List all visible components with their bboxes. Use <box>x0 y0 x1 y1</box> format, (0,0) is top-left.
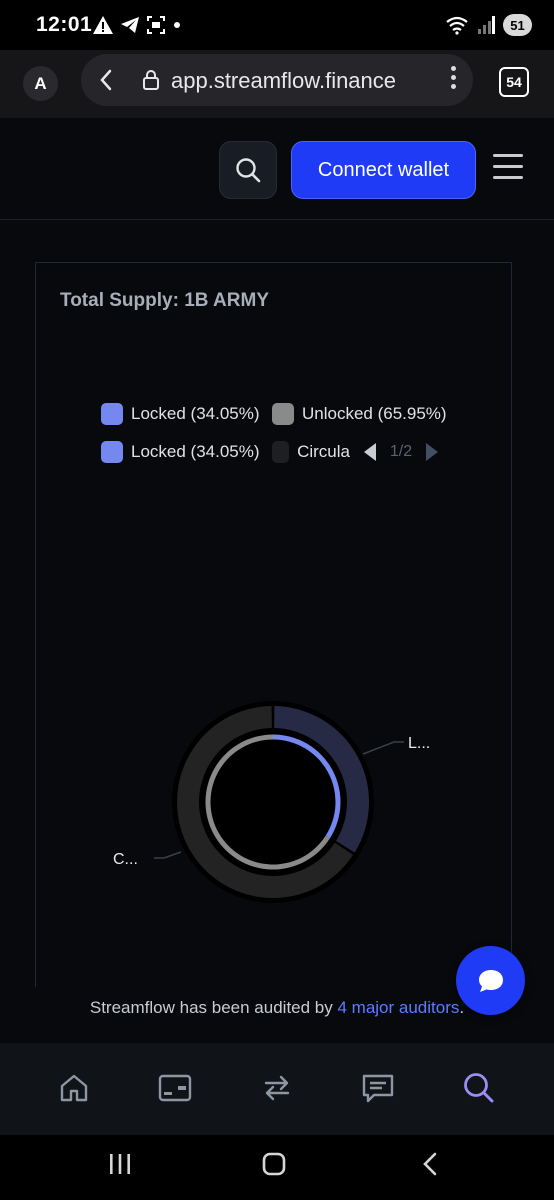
url-text[interactable]: app.streamflow.finance <box>171 68 396 94</box>
chat-bubble-icon <box>478 969 503 992</box>
hamburger-menu-icon[interactable] <box>493 154 523 180</box>
dot-icon <box>174 22 180 28</box>
battery-indicator: 51 <box>503 14 532 36</box>
status-system-icons: 51 <box>445 13 532 37</box>
browser-more-icon[interactable] <box>449 66 457 94</box>
connect-wallet-button[interactable]: Connect wallet <box>291 141 476 199</box>
tab-switcher-button[interactable]: 54 <box>499 67 529 97</box>
nav-wallet[interactable] <box>158 1071 192 1105</box>
nav-messages[interactable] <box>361 1071 395 1105</box>
search-icon <box>464 1073 494 1103</box>
leader-line-circulating <box>154 851 182 859</box>
app-header: Connect wallet <box>0 118 554 220</box>
recent-apps-icon[interactable] <box>107 1151 133 1177</box>
nav-home[interactable] <box>57 1071 91 1105</box>
status-bar: 12:01 51 <box>0 0 554 50</box>
wallet-icon <box>158 1074 192 1102</box>
wifi-icon <box>446 16 468 35</box>
slice-label-circulating: C... <box>113 851 138 868</box>
status-notification-icons <box>92 14 182 36</box>
nav-search[interactable] <box>462 1071 496 1105</box>
address-bar[interactable]: app.streamflow.finance <box>81 54 473 106</box>
chat-list-icon <box>362 1074 394 1103</box>
browser-profile-avatar[interactable]: A <box>23 66 58 101</box>
search-icon <box>236 158 261 183</box>
home-icon <box>60 1074 88 1102</box>
nav-swap[interactable] <box>260 1071 294 1105</box>
support-chat-button[interactable] <box>456 946 525 1015</box>
telegram-icon <box>121 17 139 33</box>
slice-label-locked: L... <box>408 735 431 752</box>
screenshot-icon <box>147 16 165 34</box>
android-navigation-bar <box>0 1135 554 1200</box>
warning-icon <box>93 16 113 34</box>
signal-icon <box>478 16 495 34</box>
audit-prefix: Streamflow has been audited by <box>89 998 338 1017</box>
browser-toolbar: A app.streamflow.finance 54 <box>0 50 554 118</box>
search-button[interactable] <box>219 141 277 199</box>
donut-chart <box>154 701 404 903</box>
home-button-icon[interactable] <box>261 1151 287 1177</box>
status-time: 12:01 <box>36 13 93 36</box>
back-arrow-icon[interactable] <box>95 67 119 93</box>
leader-line-locked <box>362 741 404 755</box>
lock-icon[interactable] <box>141 69 161 91</box>
swap-icon <box>264 1075 290 1101</box>
bottom-navigation <box>0 1043 554 1135</box>
back-button-icon[interactable] <box>418 1151 444 1177</box>
donut-outline <box>172 701 374 903</box>
supply-chart-card: Total Supply: 1B ARMY Locked (34.05%) Un… <box>35 262 512 987</box>
auditors-link[interactable]: 4 major auditors <box>337 998 459 1017</box>
